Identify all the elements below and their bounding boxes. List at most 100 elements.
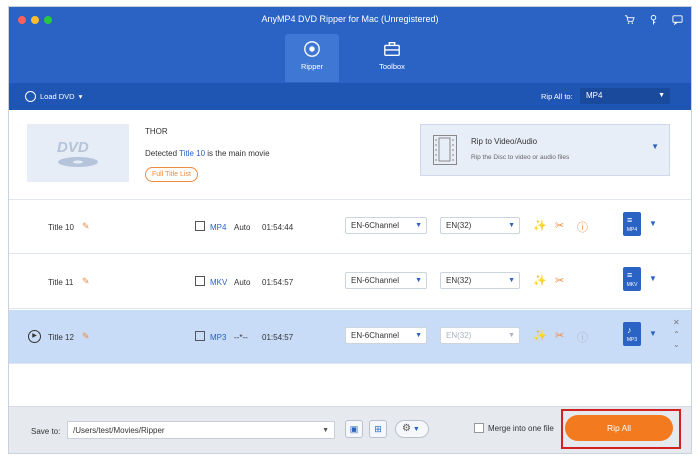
key-icon[interactable] <box>647 14 659 28</box>
scissors-icon[interactable]: ✂ <box>555 274 564 287</box>
chat-icon[interactable] <box>671 14 683 28</box>
chevron-down-icon[interactable]: ▼ <box>649 274 657 283</box>
header-icons <box>623 14 683 28</box>
edit-pencil-icon[interactable]: ✎ <box>82 276 90 287</box>
title-name: Title 11 <box>48 278 74 287</box>
output-format-button[interactable]: ♪ MP3 <box>623 322 641 346</box>
output-format-button[interactable]: ≡ MP4 <box>623 212 641 236</box>
source-format: MKV <box>210 278 228 287</box>
chevron-down-icon: ▼ <box>410 426 420 433</box>
duration: 01:54:57 <box>262 333 294 342</box>
merge-option[interactable]: Merge into one file <box>474 423 554 433</box>
film-icon <box>195 221 205 231</box>
edit-pencil-icon[interactable]: ✎ <box>82 221 90 232</box>
tab-toolbox[interactable]: Toolbox <box>365 34 419 82</box>
title-row-selected[interactable]: ▶ Title 12 ✎ MP3 --*-- 01:54:57 EN-6Chan… <box>9 310 691 364</box>
subtitle-select[interactable]: EN(32) ▼ <box>440 272 520 289</box>
format-icon: ≡ <box>627 270 633 280</box>
magic-wand-icon[interactable]: ✨ <box>533 219 547 232</box>
audio-track-select[interactable]: EN-6Channel ▼ <box>345 327 427 344</box>
tab-ripper[interactable]: Ripper <box>285 34 339 82</box>
gpu-accel-icon[interactable]: ⊞ <box>369 420 387 438</box>
subtitle-value: EN(32) <box>446 221 472 230</box>
rip-all-button[interactable]: Rip All <box>565 415 673 441</box>
chevron-down-icon: ▼ <box>415 332 422 339</box>
move-up-icon[interactable]: ⌃ <box>673 330 680 339</box>
chevron-down-icon[interactable]: ▼ <box>649 329 657 338</box>
main-title-link[interactable]: Title 10 <box>179 149 205 158</box>
chevron-down-icon: ▼ <box>415 222 422 229</box>
chevron-down-icon: ▼ <box>651 142 659 151</box>
title-row[interactable]: Title 11 ✎ MKV Auto 01:54:57 EN-6Channel… <box>9 255 691 309</box>
output-format-label: MKV <box>626 282 638 288</box>
close-row-icon[interactable]: ✕ <box>673 318 680 327</box>
chevron-down-icon: ▾ <box>78 92 83 101</box>
format-icon: ≡ <box>627 215 633 225</box>
mode: Auto <box>234 278 251 287</box>
app-window: AnyMP4 DVD Ripper for Mac (Unregistered)… <box>8 6 692 454</box>
toolbar: Load DVD ▾ Rip All to: MP4 ▼ <box>9 83 691 110</box>
title-bar: AnyMP4 DVD Ripper for Mac (Unregistered)… <box>9 7 691 83</box>
duration: 01:54:44 <box>262 223 294 232</box>
full-title-list-button[interactable]: Full Title List <box>145 167 198 182</box>
audio-track-select[interactable]: EN-6Channel ▼ <box>345 217 427 234</box>
dvd-thumbnail: DVD <box>27 124 129 182</box>
rip-all-to-label: Rip All to: <box>541 92 573 101</box>
film-icon <box>195 331 205 341</box>
film-icon <box>195 276 205 286</box>
chevron-down-icon: ▼ <box>322 427 329 434</box>
info-icon[interactable]: ⓘ <box>577 219 588 235</box>
audio-track-value: EN-6Channel <box>351 276 400 285</box>
audio-track-value: EN-6Channel <box>351 221 400 230</box>
subtitle-select[interactable]: EN(32) ▼ <box>440 217 520 234</box>
detected-text: Detected Title 10 is the main movie <box>145 149 270 158</box>
detected-suffix: is the main movie <box>207 149 270 158</box>
gear-icon: ⚙ <box>402 423 411 434</box>
rip-target-desc: Rip the Disc to video or audio files <box>471 154 570 161</box>
edit-pencil-icon[interactable]: ✎ <box>82 331 90 342</box>
dvd-logo-icon: DVD <box>53 136 103 170</box>
scissors-icon[interactable]: ✂ <box>555 219 564 232</box>
magic-wand-icon[interactable]: ✨ <box>533 274 547 287</box>
title-row[interactable]: Title 10 ✎ MP4 Auto 01:54:44 EN-6Channel… <box>9 200 691 254</box>
title-name: Title 10 <box>48 223 74 232</box>
subtitle-value: EN(32) <box>446 331 472 340</box>
chevron-down-icon: ▼ <box>508 222 515 229</box>
play-icon[interactable]: ▶ <box>28 330 41 343</box>
audio-track-select[interactable]: EN-6Channel ▼ <box>345 272 427 289</box>
subtitle-value: EN(32) <box>446 276 472 285</box>
output-format-button[interactable]: ≡ MKV <box>623 267 641 291</box>
cart-icon[interactable] <box>623 14 635 28</box>
open-folder-icon[interactable]: ▣ <box>345 420 363 438</box>
magic-wand-icon[interactable]: ✨ <box>533 329 547 342</box>
window-title: AnyMP4 DVD Ripper for Mac (Unregistered) <box>261 14 439 24</box>
detected-prefix: Detected <box>145 149 178 158</box>
chevron-down-icon: ▼ <box>658 92 665 99</box>
music-note-icon: ♪ <box>627 325 632 335</box>
rip-all-to-value: MP4 <box>586 91 603 100</box>
source-format: MP4 <box>210 223 227 232</box>
disc-icon <box>304 41 320 57</box>
chevron-down-icon: ▼ <box>508 332 515 339</box>
dvd-icon <box>25 91 36 102</box>
output-format-label: MP4 <box>626 227 638 233</box>
chevron-down-icon[interactable]: ▼ <box>649 219 657 228</box>
source-format: MP3 <box>210 333 227 342</box>
mode: --*-- <box>234 333 248 342</box>
save-path-select[interactable]: /Users/test/Movies/Ripper ▼ <box>67 421 335 439</box>
move-down-icon[interactable]: ⌄ <box>673 340 680 349</box>
chevron-down-icon: ▼ <box>415 277 422 284</box>
rip-target-selector[interactable]: Rip to Video/Audio Rip the Disc to video… <box>420 124 670 176</box>
save-path-value: /Users/test/Movies/Ripper <box>73 426 165 435</box>
settings-button[interactable]: ⚙ ▼ <box>395 420 429 438</box>
rip-all-to-select[interactable]: MP4 ▼ <box>580 88 670 104</box>
load-dvd-button[interactable]: Load DVD ▾ <box>25 91 82 102</box>
footer-bar: Save to: /Users/test/Movies/Ripper ▼ ▣ ⊞… <box>9 406 691 453</box>
film-icon <box>433 135 457 165</box>
merge-label: Merge into one file <box>488 423 554 433</box>
scissors-icon[interactable]: ✂ <box>555 329 564 342</box>
chevron-down-icon: ▼ <box>508 277 515 284</box>
toolbox-icon <box>384 42 400 56</box>
merge-checkbox[interactable] <box>474 423 484 433</box>
audio-track-value: EN-6Channel <box>351 331 400 340</box>
